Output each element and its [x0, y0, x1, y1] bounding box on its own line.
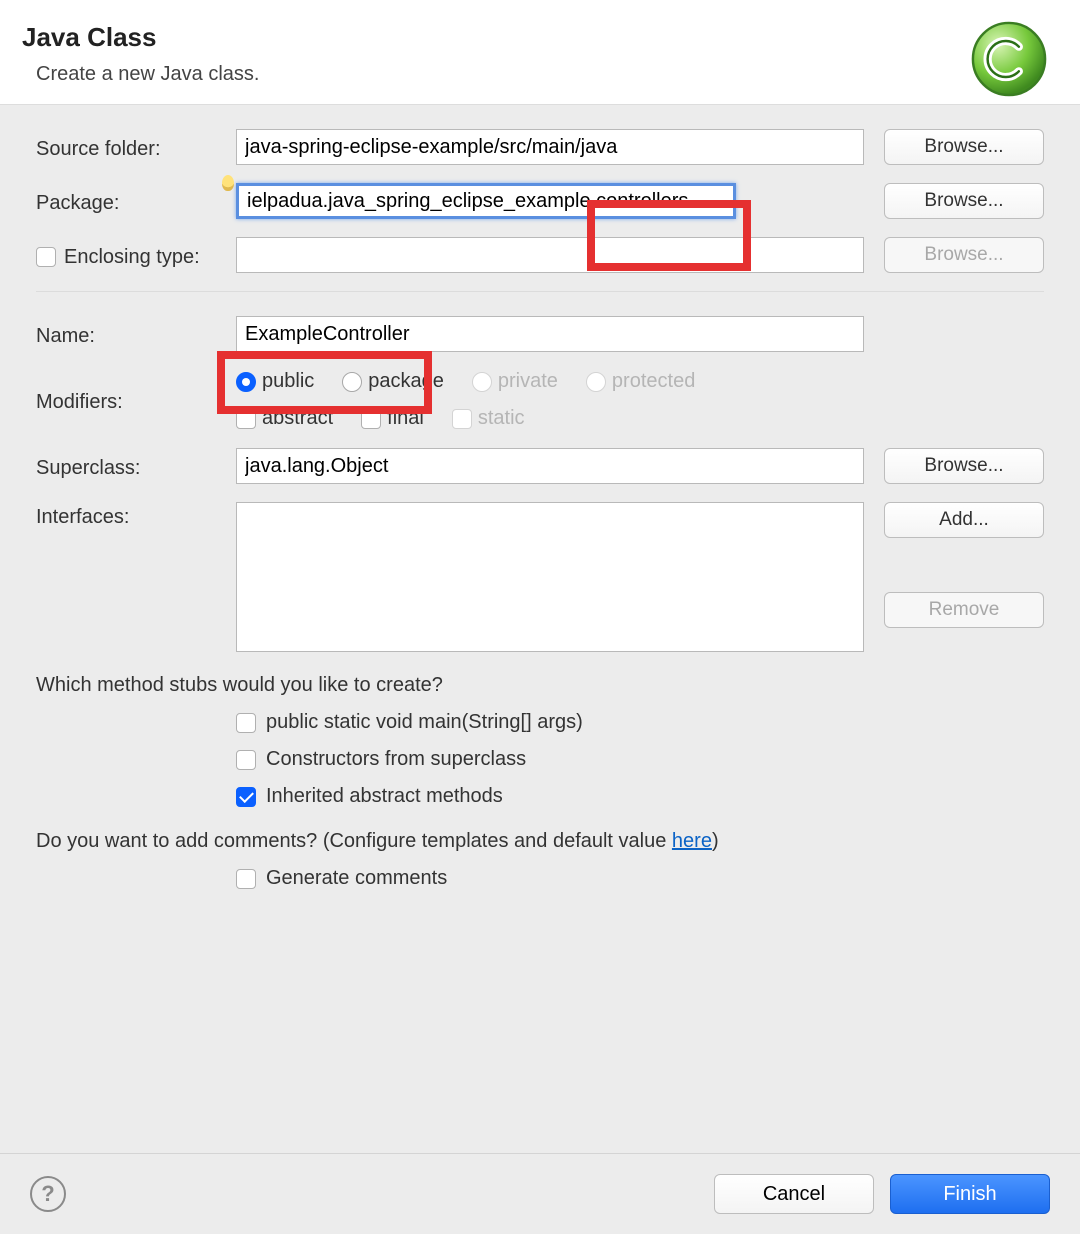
generate-comments-checkbox[interactable] [236, 869, 256, 889]
dialog-header: Java Class Create a new Java class. [0, 0, 1080, 105]
final-checkbox[interactable] [361, 409, 381, 429]
superclass-input[interactable] [236, 448, 864, 484]
abstract-checkbox[interactable] [236, 409, 256, 429]
name-input[interactable] [236, 316, 864, 352]
superclass-label: Superclass: [36, 453, 236, 480]
interfaces-label: Interfaces: [36, 502, 236, 529]
finish-button[interactable]: Finish [890, 1174, 1050, 1214]
source-folder-browse-button[interactable]: Browse... [884, 129, 1044, 165]
generate-comments-label: Generate comments [266, 867, 447, 890]
source-folder-input[interactable] [236, 129, 864, 165]
static-checkbox [452, 409, 472, 429]
final-checkbox-label: final [387, 407, 424, 430]
form-area: Source folder: Browse... Package: Browse… [0, 105, 1080, 914]
inherited-methods-checkbox[interactable] [236, 787, 256, 807]
main-method-label: public static void main(String[] args) [266, 711, 583, 734]
source-folder-label: Source folder: [36, 134, 236, 161]
inherited-methods-label: Inherited abstract methods [266, 785, 503, 808]
enclosing-type-browse-button: Browse... [884, 237, 1044, 273]
dialog-title: Java Class [22, 22, 1058, 53]
name-label: Name: [36, 321, 236, 348]
stubs-question: Which method stubs would you like to cre… [36, 674, 1044, 697]
protected-radio-label: protected [612, 370, 695, 393]
interfaces-list[interactable] [236, 502, 864, 652]
package-radio[interactable] [342, 372, 362, 392]
comments-question-suffix: ) [712, 830, 719, 852]
public-radio[interactable] [236, 372, 256, 392]
dialog-subtitle: Create a new Java class. [36, 63, 1058, 86]
help-icon[interactable]: ? [30, 1176, 66, 1212]
package-radio-label: package [368, 370, 444, 393]
package-input[interactable] [236, 183, 736, 219]
main-method-checkbox[interactable] [236, 713, 256, 733]
constructors-checkbox[interactable] [236, 750, 256, 770]
configure-here-link[interactable]: here [672, 830, 712, 852]
static-checkbox-label: static [478, 407, 525, 430]
enclosing-type-checkbox[interactable] [36, 247, 56, 267]
private-radio-label: private [498, 370, 558, 393]
comments-question-prefix: Do you want to add comments? (Configure … [36, 830, 672, 852]
interfaces-add-button[interactable]: Add... [884, 502, 1044, 538]
modifiers-label: Modifiers: [36, 387, 236, 414]
cancel-button[interactable]: Cancel [714, 1174, 874, 1214]
class-icon [968, 18, 1050, 100]
public-radio-label: public [262, 370, 314, 393]
protected-radio [586, 372, 606, 392]
divider [36, 291, 1044, 292]
constructors-label: Constructors from superclass [266, 748, 526, 771]
enclosing-type-label: Enclosing type: [64, 246, 200, 269]
interfaces-remove-button: Remove [884, 592, 1044, 628]
package-label: Package: [36, 188, 236, 215]
superclass-browse-button[interactable]: Browse... [884, 448, 1044, 484]
private-radio [472, 372, 492, 392]
package-browse-button[interactable]: Browse... [884, 183, 1044, 219]
abstract-checkbox-label: abstract [262, 407, 333, 430]
comments-question: Do you want to add comments? (Configure … [36, 830, 1044, 853]
dialog-footer: ? Cancel Finish [0, 1153, 1080, 1234]
lightbulb-icon [222, 175, 234, 191]
enclosing-type-input[interactable] [236, 237, 864, 273]
